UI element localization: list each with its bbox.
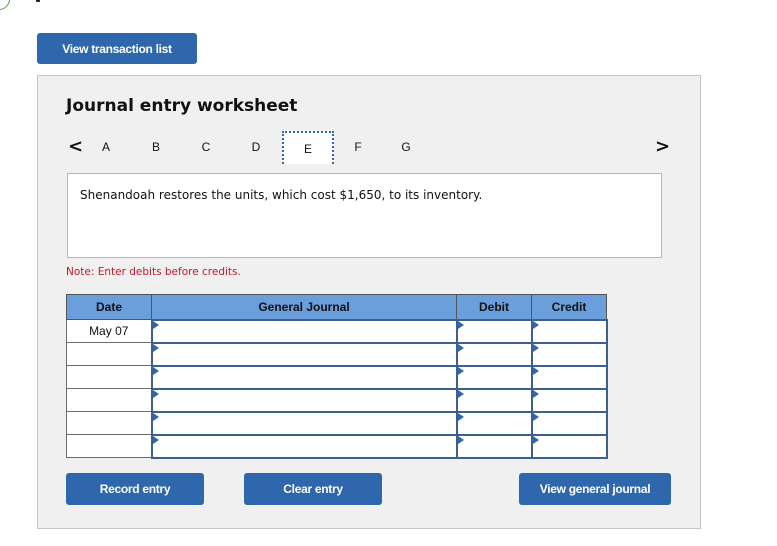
date-cell bbox=[66, 411, 152, 435]
credit-input[interactable] bbox=[532, 343, 606, 365]
account-input-cell bbox=[150, 387, 458, 413]
credit-input-cell bbox=[530, 364, 608, 390]
note-text: Note: Enter debits before credits. bbox=[66, 266, 241, 278]
debit-input-cell bbox=[455, 364, 533, 390]
tab-b[interactable]: B bbox=[130, 131, 182, 162]
worksheet-title: Journal entry worksheet bbox=[66, 96, 298, 116]
credit-input[interactable] bbox=[532, 320, 606, 342]
tab-a[interactable]: A bbox=[80, 131, 132, 162]
debit-input[interactable] bbox=[457, 412, 531, 434]
account-input[interactable] bbox=[152, 435, 456, 457]
account-input-cell bbox=[150, 364, 458, 390]
debit-input[interactable] bbox=[457, 366, 531, 388]
credit-input-cell bbox=[530, 410, 608, 436]
view-general-journal-button[interactable]: View general journal bbox=[519, 473, 671, 505]
journal-entry-worksheet-panel: Journal entry worksheet < ABCDEFG > Shen… bbox=[37, 75, 701, 529]
account-input-cell bbox=[150, 410, 458, 436]
table-header-row: Date General Journal Debit Credit bbox=[66, 294, 607, 320]
chevron-right-icon[interactable]: > bbox=[655, 136, 670, 157]
transaction-description: Shenandoah restores the units, which cos… bbox=[67, 173, 662, 258]
header-date: Date bbox=[66, 294, 152, 320]
account-input[interactable] bbox=[152, 343, 456, 365]
credit-input-cell bbox=[530, 433, 608, 459]
date-cell bbox=[66, 365, 152, 389]
debit-input[interactable] bbox=[457, 320, 531, 342]
date-cell bbox=[66, 342, 152, 366]
check-icon bbox=[0, 0, 10, 10]
account-input-cell bbox=[150, 318, 458, 344]
debit-input-cell bbox=[455, 318, 533, 344]
table-row bbox=[66, 341, 608, 367]
debit-input[interactable] bbox=[457, 389, 531, 411]
tab-e[interactable]: E bbox=[282, 131, 334, 164]
account-input[interactable] bbox=[152, 412, 456, 434]
tab-f[interactable]: F bbox=[332, 131, 384, 162]
credit-input[interactable] bbox=[532, 389, 606, 411]
description-text: Shenandoah restores the units, which cos… bbox=[80, 188, 483, 202]
clear-entry-button[interactable]: Clear entry bbox=[244, 473, 382, 505]
tab-d[interactable]: D bbox=[230, 131, 282, 162]
tab-g[interactable]: G bbox=[380, 131, 432, 162]
table-row bbox=[66, 433, 608, 459]
date-cell: May 07 bbox=[66, 319, 152, 343]
credit-input[interactable] bbox=[532, 412, 606, 434]
header-debit: Debit bbox=[456, 294, 532, 320]
account-input[interactable] bbox=[152, 366, 456, 388]
debit-input-cell bbox=[455, 433, 533, 459]
credit-input[interactable] bbox=[532, 435, 606, 457]
credit-input-cell bbox=[530, 341, 608, 367]
date-cell bbox=[66, 388, 152, 412]
account-input[interactable] bbox=[152, 320, 456, 342]
table-row bbox=[66, 410, 608, 436]
debit-input[interactable] bbox=[457, 343, 531, 365]
credit-input-cell bbox=[530, 387, 608, 413]
debit-input[interactable] bbox=[457, 435, 531, 457]
journal-table: Date General Journal Debit Credit May 07 bbox=[66, 294, 608, 459]
account-input-cell bbox=[150, 433, 458, 459]
debit-input-cell bbox=[455, 410, 533, 436]
account-input[interactable] bbox=[152, 389, 456, 411]
date-cell bbox=[66, 434, 152, 458]
header-general-journal: General Journal bbox=[151, 294, 457, 320]
view-transaction-list-button[interactable]: View transaction list bbox=[37, 33, 197, 64]
tab-c[interactable]: C bbox=[180, 131, 232, 162]
credit-input[interactable] bbox=[532, 366, 606, 388]
account-input-cell bbox=[150, 341, 458, 367]
header-credit: Credit bbox=[531, 294, 607, 320]
credit-input-cell bbox=[530, 318, 608, 344]
debit-input-cell bbox=[455, 341, 533, 367]
table-row: May 07 bbox=[66, 318, 608, 344]
record-entry-button[interactable]: Record entry bbox=[66, 473, 204, 505]
debit-input-cell bbox=[455, 387, 533, 413]
status-mark bbox=[36, 0, 40, 2]
table-row bbox=[66, 387, 608, 413]
table-row bbox=[66, 364, 608, 390]
